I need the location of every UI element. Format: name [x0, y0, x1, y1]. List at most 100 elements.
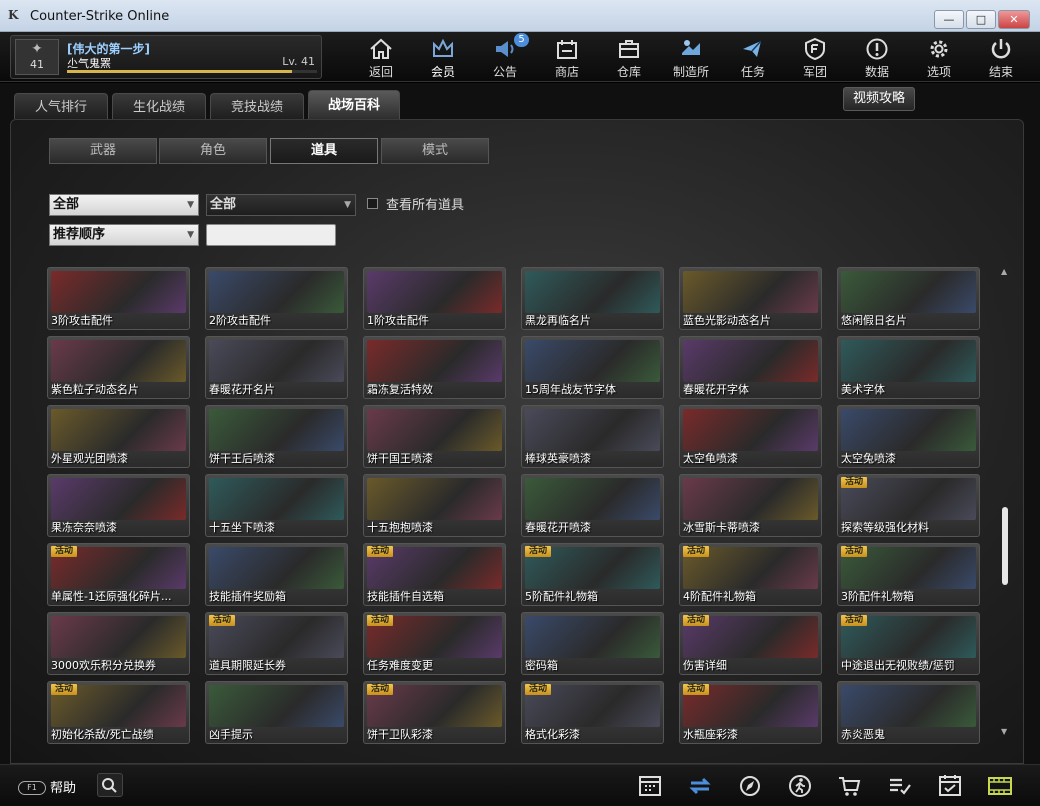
show-all-label: 查看所有道具	[386, 198, 465, 213]
subtab-items[interactable]: 道具	[270, 138, 378, 164]
item-card[interactable]: 3阶攻击配件	[47, 267, 190, 330]
show-all-checkbox[interactable]	[367, 198, 378, 209]
item-grid-scrollbar[interactable]: ▲ ▼	[999, 267, 1011, 737]
nav-mission[interactable]: 任务	[722, 32, 784, 82]
item-card[interactable]: 悠闲假日名片	[837, 267, 980, 330]
item-card[interactable]: 春暖花开喷漆	[521, 474, 664, 537]
sort-select[interactable]: 推荐顺序 ▼	[49, 224, 199, 246]
item-card[interactable]: 凶手提示	[205, 681, 348, 744]
tab-competitive-record[interactable]: 竞技战绩	[210, 93, 304, 119]
item-card[interactable]: 蓝色光影动态名片	[679, 267, 822, 330]
nav-home[interactable]: 返回	[350, 32, 412, 82]
item-card[interactable]: 棒球英豪喷漆	[521, 405, 664, 468]
nav-label: 公告	[492, 65, 517, 79]
scroll-down-icon[interactable]: ▼	[1001, 727, 1007, 736]
item-card[interactable]: 外星观光团喷漆	[47, 405, 190, 468]
item-card[interactable]: 活动 初始化杀敌/死亡战绩	[47, 681, 190, 744]
item-card[interactable]: 十五抱抱喷漆	[363, 474, 506, 537]
nav-label: 任务	[740, 65, 765, 79]
nav-exit[interactable]: 结束	[970, 32, 1032, 82]
compass-icon[interactable]	[736, 773, 764, 799]
tab-encyclopedia[interactable]: 战场百科	[308, 90, 400, 119]
nav-data[interactable]: 数据	[846, 32, 908, 82]
item-card[interactable]: 活动 4阶配件礼物箱	[679, 543, 822, 606]
nav-crafting[interactable]: 制造所	[660, 32, 722, 82]
maximize-button[interactable]: □	[966, 10, 996, 29]
nav-label: 数据	[864, 65, 889, 79]
item-card[interactable]: 活动 伤害详细	[679, 612, 822, 675]
subcategory-select[interactable]: 全部 ▼	[206, 194, 356, 216]
item-card[interactable]: 春暖花开名片	[205, 336, 348, 399]
item-card[interactable]: 活动 探索等级强化材料	[837, 474, 980, 537]
scrollbar-thumb[interactable]	[1002, 507, 1008, 585]
checklist-icon[interactable]	[886, 773, 914, 799]
chevron-down-icon: ▼	[344, 200, 351, 210]
item-card[interactable]: 霜冻复活特效	[363, 336, 506, 399]
item-thumbnail	[51, 478, 186, 520]
search-icon	[102, 778, 117, 793]
subtab-characters[interactable]: 角色	[159, 138, 267, 164]
item-card[interactable]: 冰雪斯卡蒂喷漆	[679, 474, 822, 537]
scroll-up-icon[interactable]: ▲	[1001, 267, 1007, 276]
item-card[interactable]: 果冻奈奈喷漆	[47, 474, 190, 537]
close-button[interactable]: ✕	[998, 10, 1030, 29]
item-thumbnail	[51, 409, 186, 451]
item-card[interactable]: 活动 技能插件自选箱	[363, 543, 506, 606]
item-name: 棒球英豪喷漆	[525, 452, 591, 465]
minimize-button[interactable]: —	[934, 10, 964, 29]
item-card[interactable]: 活动 中途退出无视败绩/惩罚	[837, 612, 980, 675]
item-card[interactable]: 黑龙再临名片	[521, 267, 664, 330]
category-select-value: 全部	[53, 197, 80, 212]
item-card[interactable]: 春暖花开字体	[679, 336, 822, 399]
item-card[interactable]: 活动 格式化彩漆	[521, 681, 664, 744]
nav-clan[interactable]: 军团	[784, 32, 846, 82]
task-calendar-icon[interactable]	[936, 773, 964, 799]
search-input[interactable]	[206, 224, 336, 246]
cart-icon[interactable]	[836, 773, 864, 799]
item-card[interactable]: 饼干王后喷漆	[205, 405, 348, 468]
item-name: 春暖花开喷漆	[525, 521, 591, 534]
nav-shop[interactable]: 商店	[536, 32, 598, 82]
nav-notice[interactable]: 5 公告	[474, 32, 536, 82]
tab-zombie-record[interactable]: 生化战绩	[112, 93, 206, 119]
tab-popularity[interactable]: 人气排行	[14, 93, 108, 119]
item-card[interactable]: 饼干国王喷漆	[363, 405, 506, 468]
subtab-weapons[interactable]: 武器	[49, 138, 157, 164]
item-card[interactable]: 美术字体	[837, 336, 980, 399]
refresh-icon[interactable]	[686, 773, 714, 799]
item-card[interactable]: 活动 饼干卫队彩漆	[363, 681, 506, 744]
item-thumbnail	[683, 271, 818, 313]
nav-vip[interactable]: 会员	[412, 32, 474, 82]
item-card[interactable]: 太空龟喷漆	[679, 405, 822, 468]
item-card[interactable]: 太空兔喷漆	[837, 405, 980, 468]
item-card[interactable]: 活动 5阶配件礼物箱	[521, 543, 664, 606]
help-button[interactable]: F1 帮助	[18, 777, 76, 796]
player-nickname: 尐气鬼罴	[67, 57, 111, 70]
item-card[interactable]: 密码箱	[521, 612, 664, 675]
item-card[interactable]: 活动 任务难度变更	[363, 612, 506, 675]
item-card[interactable]: 活动 道具期限延长券	[205, 612, 348, 675]
item-card[interactable]: 十五坐下喷漆	[205, 474, 348, 537]
item-card[interactable]: 活动 3阶配件礼物箱	[837, 543, 980, 606]
category-select[interactable]: 全部 ▼	[49, 194, 199, 216]
film-icon[interactable]	[986, 773, 1014, 799]
event-badge: 活动	[841, 615, 868, 626]
search-button[interactable]	[97, 773, 123, 797]
item-card[interactable]: 15周年战友节字体	[521, 336, 664, 399]
video-guide-button[interactable]: 视频攻略	[843, 87, 915, 111]
calendar-icon[interactable]	[636, 773, 664, 799]
item-card[interactable]: 2阶攻击配件	[205, 267, 348, 330]
player-profile[interactable]: ✦ 41 [伟大的第一步] 尐气鬼罴 Lv. 41	[10, 35, 322, 79]
runner-icon[interactable]	[786, 773, 814, 799]
item-card[interactable]: 3000欢乐积分兑换券	[47, 612, 190, 675]
subtab-modes[interactable]: 模式	[381, 138, 489, 164]
item-card[interactable]: 1阶攻击配件	[363, 267, 506, 330]
item-card[interactable]: 赤炎恶鬼	[837, 681, 980, 744]
item-card[interactable]: 技能插件奖励箱	[205, 543, 348, 606]
nav-options[interactable]: 选项	[908, 32, 970, 82]
item-card[interactable]: 紫色粒子动态名片	[47, 336, 190, 399]
item-card[interactable]: 活动 单属性-1还原强化碎片...	[47, 543, 190, 606]
item-thumbnail	[209, 271, 344, 313]
nav-storage[interactable]: 仓库	[598, 32, 660, 82]
item-card[interactable]: 活动 水瓶座彩漆	[679, 681, 822, 744]
